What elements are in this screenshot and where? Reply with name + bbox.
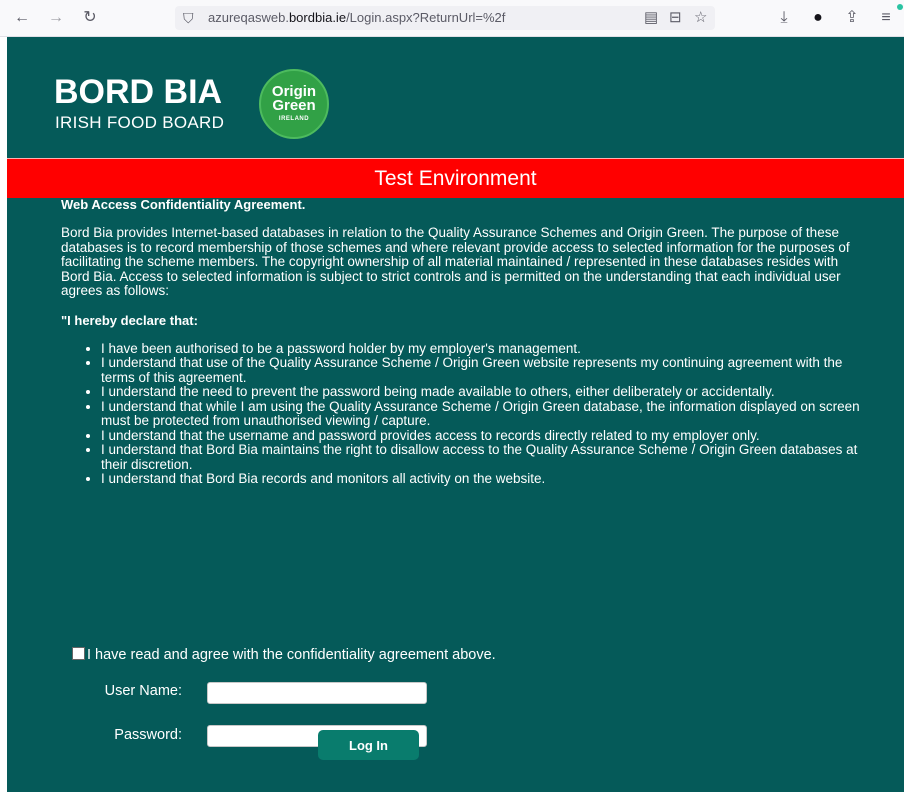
password-label: Password: bbox=[114, 727, 182, 743]
origin-green-logo-line2: Green bbox=[272, 97, 316, 114]
agreement-checkbox-row[interactable]: I have read and agree with the confident… bbox=[72, 647, 496, 663]
test-environment-banner: Test Environment bbox=[7, 158, 904, 198]
origin-green-logo: Origin Green IRELAND bbox=[259, 69, 329, 139]
url-path: /Login.aspx?ReturnUrl=%2f bbox=[346, 10, 506, 25]
agreement-title: Web Access Confidentiality Agreement. bbox=[61, 197, 306, 212]
origin-green-logo-line3: IRELAND bbox=[278, 116, 310, 122]
declaration-item: I understand that use of the Quality Ass… bbox=[101, 355, 861, 385]
reader-view-icon[interactable]: ▤ bbox=[644, 6, 658, 30]
declaration-title: "I hereby declare that: bbox=[61, 312, 198, 328]
notification-dot bbox=[897, 4, 903, 10]
agreement-checkbox-label[interactable]: I have read and agree with the confident… bbox=[87, 647, 496, 663]
app-menu-icon[interactable]: ≡ bbox=[874, 0, 898, 36]
reload-icon[interactable]: ↻ bbox=[78, 0, 102, 36]
agreement-checkbox[interactable] bbox=[72, 647, 85, 660]
declaration-list: I have been authorised to be a password … bbox=[61, 341, 861, 487]
tracking-shield-icon[interactable]: ⛉ bbox=[183, 6, 194, 30]
back-arrow-icon[interactable]: ← bbox=[10, 0, 34, 36]
share-icon[interactable]: ⇪ bbox=[840, 0, 864, 36]
url-domain: bordbia.ie bbox=[288, 10, 347, 25]
declaration-item: I understand that Bord Bia maintains the… bbox=[101, 442, 861, 472]
username-input[interactable] bbox=[207, 682, 427, 704]
bord-bia-logo-title: BORD BIA bbox=[54, 73, 223, 111]
declaration-item: I understand that while I am using the Q… bbox=[101, 399, 861, 429]
agreement-intro: Bord Bia provides Internet-based databas… bbox=[61, 225, 850, 298]
bookmark-star-icon[interactable]: ☆ bbox=[694, 6, 707, 30]
declaration-item: I understand that Bord Bia records and m… bbox=[101, 471, 861, 487]
declaration-item: I understand that the username and passw… bbox=[101, 428, 861, 444]
url-prefix: azureqasweb. bbox=[208, 10, 289, 25]
declaration-item: I understand the need to prevent the pas… bbox=[101, 384, 861, 400]
save-to-pocket-icon[interactable]: ⊟ bbox=[669, 6, 682, 30]
downloads-icon[interactable]: ⤓ bbox=[772, 0, 796, 36]
username-label: User Name: bbox=[104, 683, 182, 699]
login-button[interactable]: Log In bbox=[318, 730, 419, 760]
url-text[interactable]: azureqasweb.bordbia.ie/Login.aspx?Return… bbox=[208, 6, 505, 30]
account-icon[interactable]: ● bbox=[806, 0, 830, 36]
declaration-item: I have been authorised to be a password … bbox=[101, 341, 861, 357]
bord-bia-logo-subtitle: IRISH FOOD BOARD bbox=[55, 113, 225, 132]
forward-arrow-icon[interactable]: → bbox=[44, 0, 68, 36]
browser-toolbar: ← → ↻ ⛉ azureqasweb.bordbia.ie/Login.asp… bbox=[0, 0, 904, 37]
agreement-content: Web Access Confidentiality Agreement. Bo… bbox=[61, 197, 861, 487]
address-bar[interactable]: ⛉ azureqasweb.bordbia.ie/Login.aspx?Retu… bbox=[175, 6, 715, 30]
